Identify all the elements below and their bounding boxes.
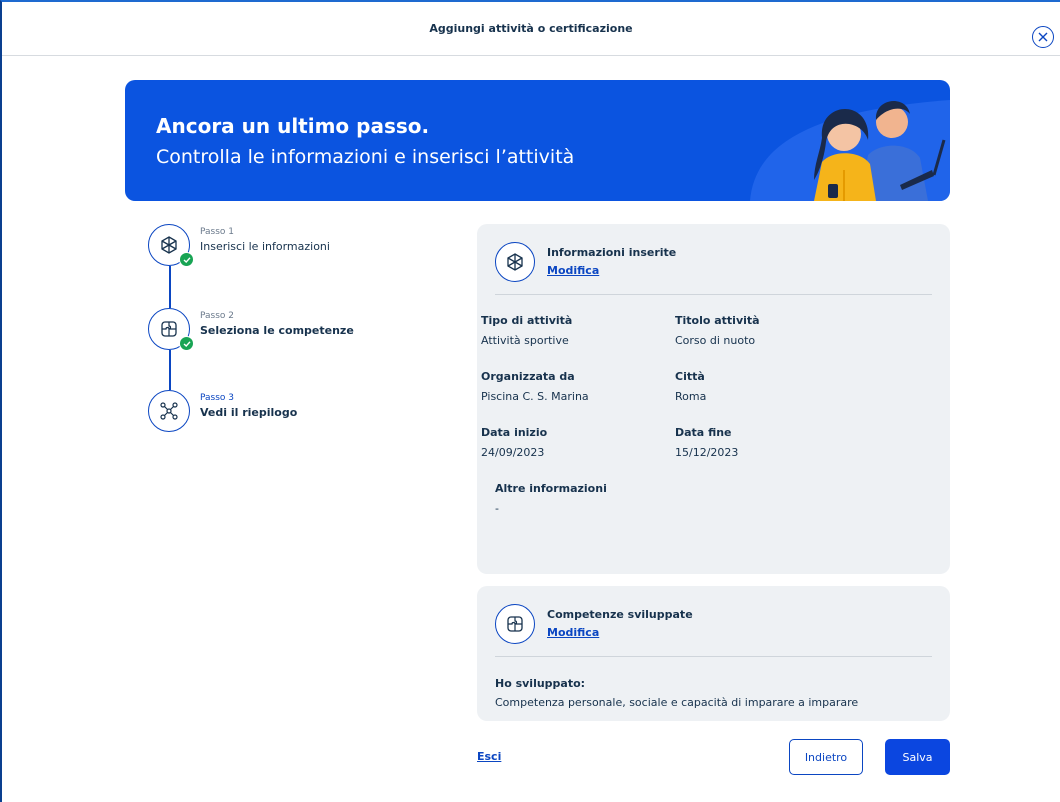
info-card-icon xyxy=(495,242,535,282)
skills-card-heading: Competenze sviluppate xyxy=(547,608,693,621)
check-icon xyxy=(179,252,194,267)
field-label-other-info: Altre informazioni xyxy=(495,482,607,495)
banner-title: Ancora un ultimo passo. xyxy=(156,114,430,138)
info-card-heading: Informazioni inserite xyxy=(547,246,677,259)
field-label-end-date: Data fine xyxy=(675,426,732,439)
check-icon xyxy=(179,336,194,351)
step-3-label: Vedi il riepilogo xyxy=(200,406,298,419)
hero-banner: Ancora un ultimo passo. Controlla le inf… xyxy=(125,80,950,201)
info-edit-link[interactable]: Modifica xyxy=(547,264,599,277)
step-2-number: Passo 2 xyxy=(200,311,235,321)
network-icon xyxy=(160,402,178,420)
field-label-activity-type: Tipo di attività xyxy=(481,314,573,327)
field-value-activity-title: Corso di nuoto xyxy=(675,334,756,347)
cube-icon xyxy=(161,236,177,254)
field-value-organizer: Piscina C. S. Marina xyxy=(481,390,589,403)
students-illustration xyxy=(750,100,950,201)
info-card: Informazioni inserite Modifica Tipo di a… xyxy=(477,224,950,574)
save-button[interactable]: Salva xyxy=(885,739,950,775)
skills-edit-link[interactable]: Modifica xyxy=(547,626,599,639)
step-1-label: Inserisci le informazioni xyxy=(200,240,330,253)
field-value-city: Roma xyxy=(675,390,707,403)
skills-card-icon xyxy=(495,604,535,644)
close-circle-icon xyxy=(1038,32,1048,42)
puzzle-icon xyxy=(507,616,523,632)
step-3-number: Passo 3 xyxy=(200,393,235,403)
divider xyxy=(495,294,932,295)
skills-value: Competenza personale, sociale e capacità… xyxy=(495,696,859,709)
step-1-number: Passo 1 xyxy=(200,227,235,237)
field-label-organizer: Organizzata da xyxy=(481,370,575,383)
step-2-label: Seleziona le competenze xyxy=(200,324,354,337)
close-button[interactable] xyxy=(1032,26,1054,48)
modal-header: Aggiungi attività o certificazione xyxy=(2,2,1060,56)
step-connector xyxy=(169,350,171,390)
field-label-city: Città xyxy=(675,370,705,383)
field-value-start-date: 24/09/2023 xyxy=(481,446,545,459)
field-label-start-date: Data inizio xyxy=(481,426,548,439)
modal-title: Aggiungi attività o certificazione xyxy=(429,22,633,35)
puzzle-icon xyxy=(161,321,177,337)
step-3-circle xyxy=(148,390,190,432)
skills-card: Competenze sviluppate Modifica Ho svilup… xyxy=(477,586,950,721)
field-value-activity-type: Attività sportive xyxy=(481,334,569,347)
field-value-end-date: 15/12/2023 xyxy=(675,446,739,459)
field-value-other-info: - xyxy=(495,502,499,515)
step-connector xyxy=(169,266,171,308)
exit-link[interactable]: Esci xyxy=(477,750,501,763)
skills-label: Ho sviluppato: xyxy=(495,677,586,690)
cube-icon xyxy=(507,253,523,271)
back-button[interactable]: Indietro xyxy=(789,739,863,775)
banner-subtitle: Controlla le informazioni e inserisci l’… xyxy=(156,146,575,168)
field-label-activity-title: Titolo attività xyxy=(675,314,760,327)
divider xyxy=(495,656,932,657)
